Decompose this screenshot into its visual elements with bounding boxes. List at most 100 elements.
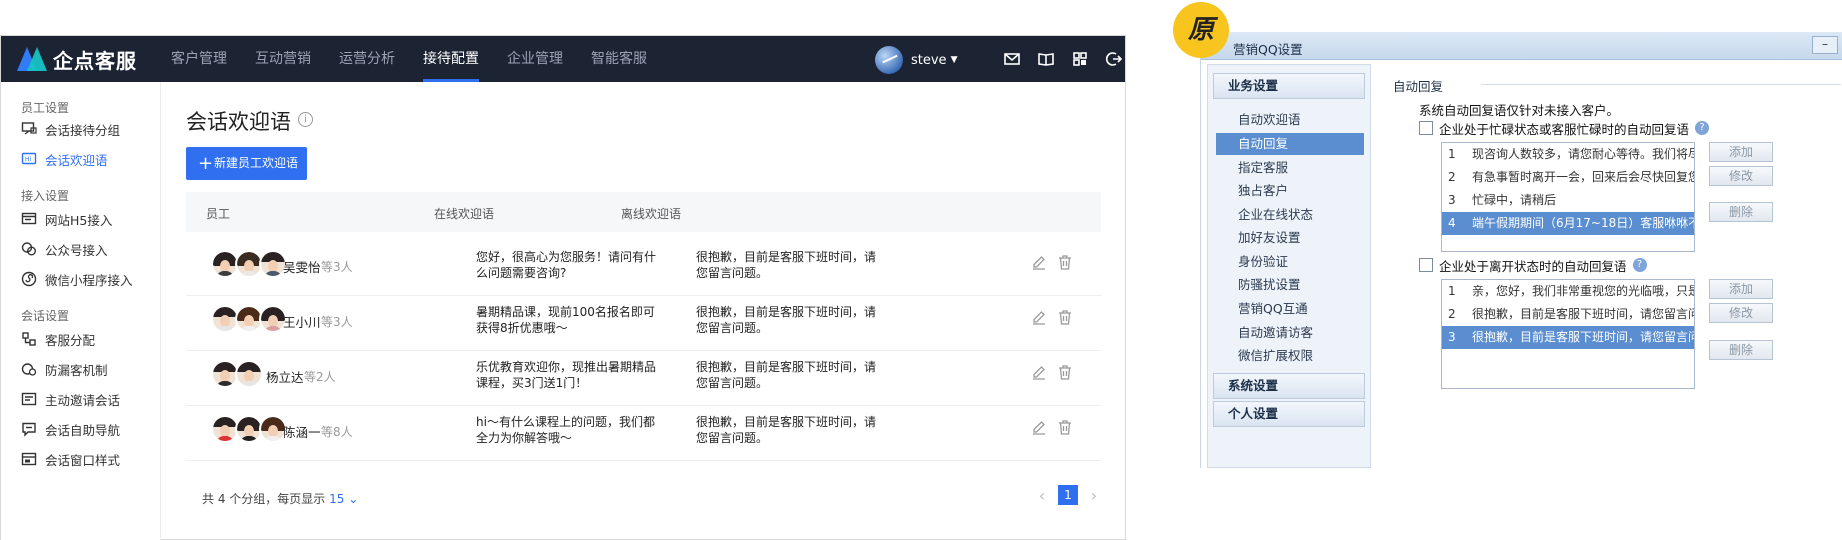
away-reply-checkbox[interactable]: 企业处于离开状态时的自动回复语 ? [1419, 257, 1647, 274]
staff-avatars [211, 305, 287, 333]
staff-avatars [211, 250, 287, 278]
add-button[interactable]: 添加 [1709, 142, 1773, 162]
list-item[interactable]: 1现咨询人数较多，请您耐心等待。我们将尽快... [1442, 143, 1694, 166]
minimize-button[interactable]: – [1812, 36, 1838, 54]
list-item[interactable]: 3 忙碌中，请稍后 [1442, 189, 1694, 212]
row-actions [1031, 364, 1083, 380]
nav-item-reception-config[interactable]: 接待配置 [411, 36, 491, 82]
nav-auto-reply[interactable]: 自动回复 [1216, 133, 1364, 155]
list-item[interactable]: 2 有急事暂时离开一会，回来后会尽快回复您 [1442, 166, 1694, 189]
online-greeting: 乐优教育欢迎你，现推出暑期精品课程，买3门送1门！ [476, 360, 657, 390]
staff-count: 等2人 [304, 370, 336, 384]
pagination-summary-text: 共 4 个分组，每页显示 [202, 492, 326, 506]
edit-icon[interactable] [1031, 254, 1047, 270]
column-header-online: 在线欢迎语 [434, 207, 495, 221]
website-icon [21, 212, 37, 225]
assignment-icon [22, 332, 36, 346]
list-item-selected[interactable]: 4端午假期期间（6月17~18日）客服咻咻不在... [1442, 212, 1694, 235]
online-greeting: 您好，很高心为您服务！请问有什么问题需要咨询? [476, 250, 657, 280]
add-welcome-button[interactable]: + 新建员工欢迎语 [186, 147, 307, 180]
apps-grid-icon[interactable] [1071, 50, 1089, 68]
top-navbar: 企点客服 客户管理 互动营销 运营分析 接待配置 企业管理 智能客服 steve… [1, 36, 1125, 82]
staff-count: 等8人 [321, 425, 353, 439]
add-button[interactable]: 添加 [1709, 279, 1773, 299]
row-actions [1031, 309, 1083, 325]
invite-icon [21, 392, 37, 406]
sidebar-item-official-account[interactable]: 公众号接入 [21, 239, 108, 259]
sidebar-item-mini-program[interactable]: 微信小程序接入 [21, 269, 133, 289]
next-page-icon[interactable]: › [1084, 486, 1104, 505]
list-item-selected[interactable]: 3很抱歉，目前是客服下班时间，请您留言问题。 [1442, 326, 1694, 349]
main-content: 会话欢迎语 i + 新建员工欢迎语 员工 在线欢迎语 离线欢迎语 吴雯怡 等3人… [162, 82, 1125, 540]
section-system[interactable]: 系统设置 [1213, 373, 1365, 399]
window-title: 营销QQ设置 [1233, 42, 1303, 57]
nav-item-smart-service[interactable]: 智能客服 [579, 36, 659, 82]
busy-reply-checkbox[interactable]: 企业处于忙碌状态或客服忙碌时的自动回复语 ? [1419, 120, 1710, 137]
sidebar-item-label: 防漏客机制 [45, 362, 108, 378]
nav-item-customer[interactable]: 客户管理 [159, 36, 239, 82]
nav-identity-verify[interactable]: 身份验证 [1216, 251, 1364, 273]
help-icon[interactable]: ? [1695, 121, 1710, 135]
sidebar-item-h5[interactable]: 网站H5接入 [21, 209, 112, 229]
checkbox-box[interactable] [1419, 121, 1433, 135]
row-actions [1031, 254, 1083, 270]
nav-item-analytics[interactable]: 运营分析 [327, 36, 407, 82]
sidebar-item-welcome[interactable]: Hi 会话欢迎语 [21, 149, 108, 169]
nav-online-status[interactable]: 企业在线状态 [1216, 204, 1364, 226]
user-menu[interactable]: steve ▼ [875, 46, 957, 74]
delete-icon[interactable] [1057, 254, 1073, 270]
qidian-app-window: 企点客服 客户管理 互动营销 运营分析 接待配置 企业管理 智能客服 steve… [0, 35, 1126, 540]
mail-icon[interactable] [1003, 50, 1021, 68]
pagination: ‹ 1 › [1032, 485, 1104, 505]
nav-exclusive-customer[interactable]: 独占客户 [1216, 180, 1364, 202]
nav-qq-interop[interactable]: 营销QQ互通 [1216, 298, 1364, 320]
sidebar-section-session: 会话设置 [21, 309, 70, 323]
brand-logo-icon [17, 47, 47, 71]
checkbox-box[interactable] [1419, 258, 1433, 272]
sidebar-section-staff: 员工设置 [21, 101, 70, 115]
sidebar-item-label: 会话自助导航 [45, 422, 121, 438]
nav-item-marketing[interactable]: 互动营销 [243, 36, 323, 82]
prev-page-icon[interactable]: ‹ [1032, 486, 1052, 505]
column-header-staff: 员工 [206, 207, 231, 221]
sidebar-item-assignment[interactable]: 客服分配 [21, 329, 95, 349]
nav-item-enterprise[interactable]: 企业管理 [495, 36, 575, 82]
sidebar-item-self-nav[interactable]: 会话自助导航 [21, 419, 120, 439]
delete-icon[interactable] [1057, 364, 1073, 380]
sidebar: 员工设置 会话接待分组 Hi 会话欢迎语 接入设置 网站H5接入 公众号接入 微… [1, 82, 161, 540]
edit-icon[interactable] [1031, 364, 1047, 380]
page-size-select[interactable]: 15 ⌄ [329, 492, 358, 506]
list-item[interactable]: 2很抱歉，目前是客服下班时间，请您留言问题。 [1442, 303, 1694, 326]
info-icon[interactable]: i [298, 112, 313, 127]
nav-assign-agent[interactable]: 指定客服 [1216, 157, 1364, 179]
delete-icon[interactable] [1057, 419, 1073, 435]
staff-avatars [211, 360, 263, 388]
nav-auto-welcome[interactable]: 自动欢迎语 [1216, 109, 1364, 131]
logout-icon[interactable] [1105, 50, 1123, 68]
nav-anti-harass[interactable]: 防骚扰设置 [1216, 274, 1364, 296]
avatar [235, 360, 263, 388]
sidebar-item-reception-group[interactable]: 会话接待分组 [21, 119, 120, 139]
svg-text:Hi: Hi [25, 156, 32, 163]
delete-button[interactable]: 删除 [1709, 340, 1773, 360]
list-item[interactable]: 1亲，您好，我们非常重视您的光临哦，只是非... [1442, 280, 1694, 303]
book-icon[interactable] [1037, 50, 1055, 68]
page-number-current[interactable]: 1 [1058, 485, 1078, 505]
section-personal[interactable]: 个人设置 [1213, 401, 1365, 427]
sidebar-item-window-style[interactable]: 会话窗口样式 [21, 449, 120, 469]
chat-group-icon [21, 122, 37, 135]
brand[interactable]: 企点客服 [17, 45, 137, 73]
edit-button[interactable]: 修改 [1709, 303, 1773, 323]
section-business[interactable]: 业务设置 [1213, 73, 1365, 99]
edit-icon[interactable] [1031, 419, 1047, 435]
nav-auto-invite[interactable]: 自动邀请访客 [1216, 322, 1364, 344]
help-icon[interactable]: ? [1632, 258, 1647, 272]
nav-friend-settings[interactable]: 加好友设置 [1216, 227, 1364, 249]
sidebar-item-leak-prevention[interactable]: 防漏客机制 [21, 359, 108, 379]
edit-icon[interactable] [1031, 309, 1047, 325]
edit-button[interactable]: 修改 [1709, 166, 1773, 186]
delete-icon[interactable] [1057, 309, 1073, 325]
sidebar-item-invite[interactable]: 主动邀请会话 [21, 389, 120, 409]
nav-wechat-permissions[interactable]: 微信扩展权限 [1216, 345, 1364, 367]
delete-button[interactable]: 删除 [1709, 202, 1773, 222]
